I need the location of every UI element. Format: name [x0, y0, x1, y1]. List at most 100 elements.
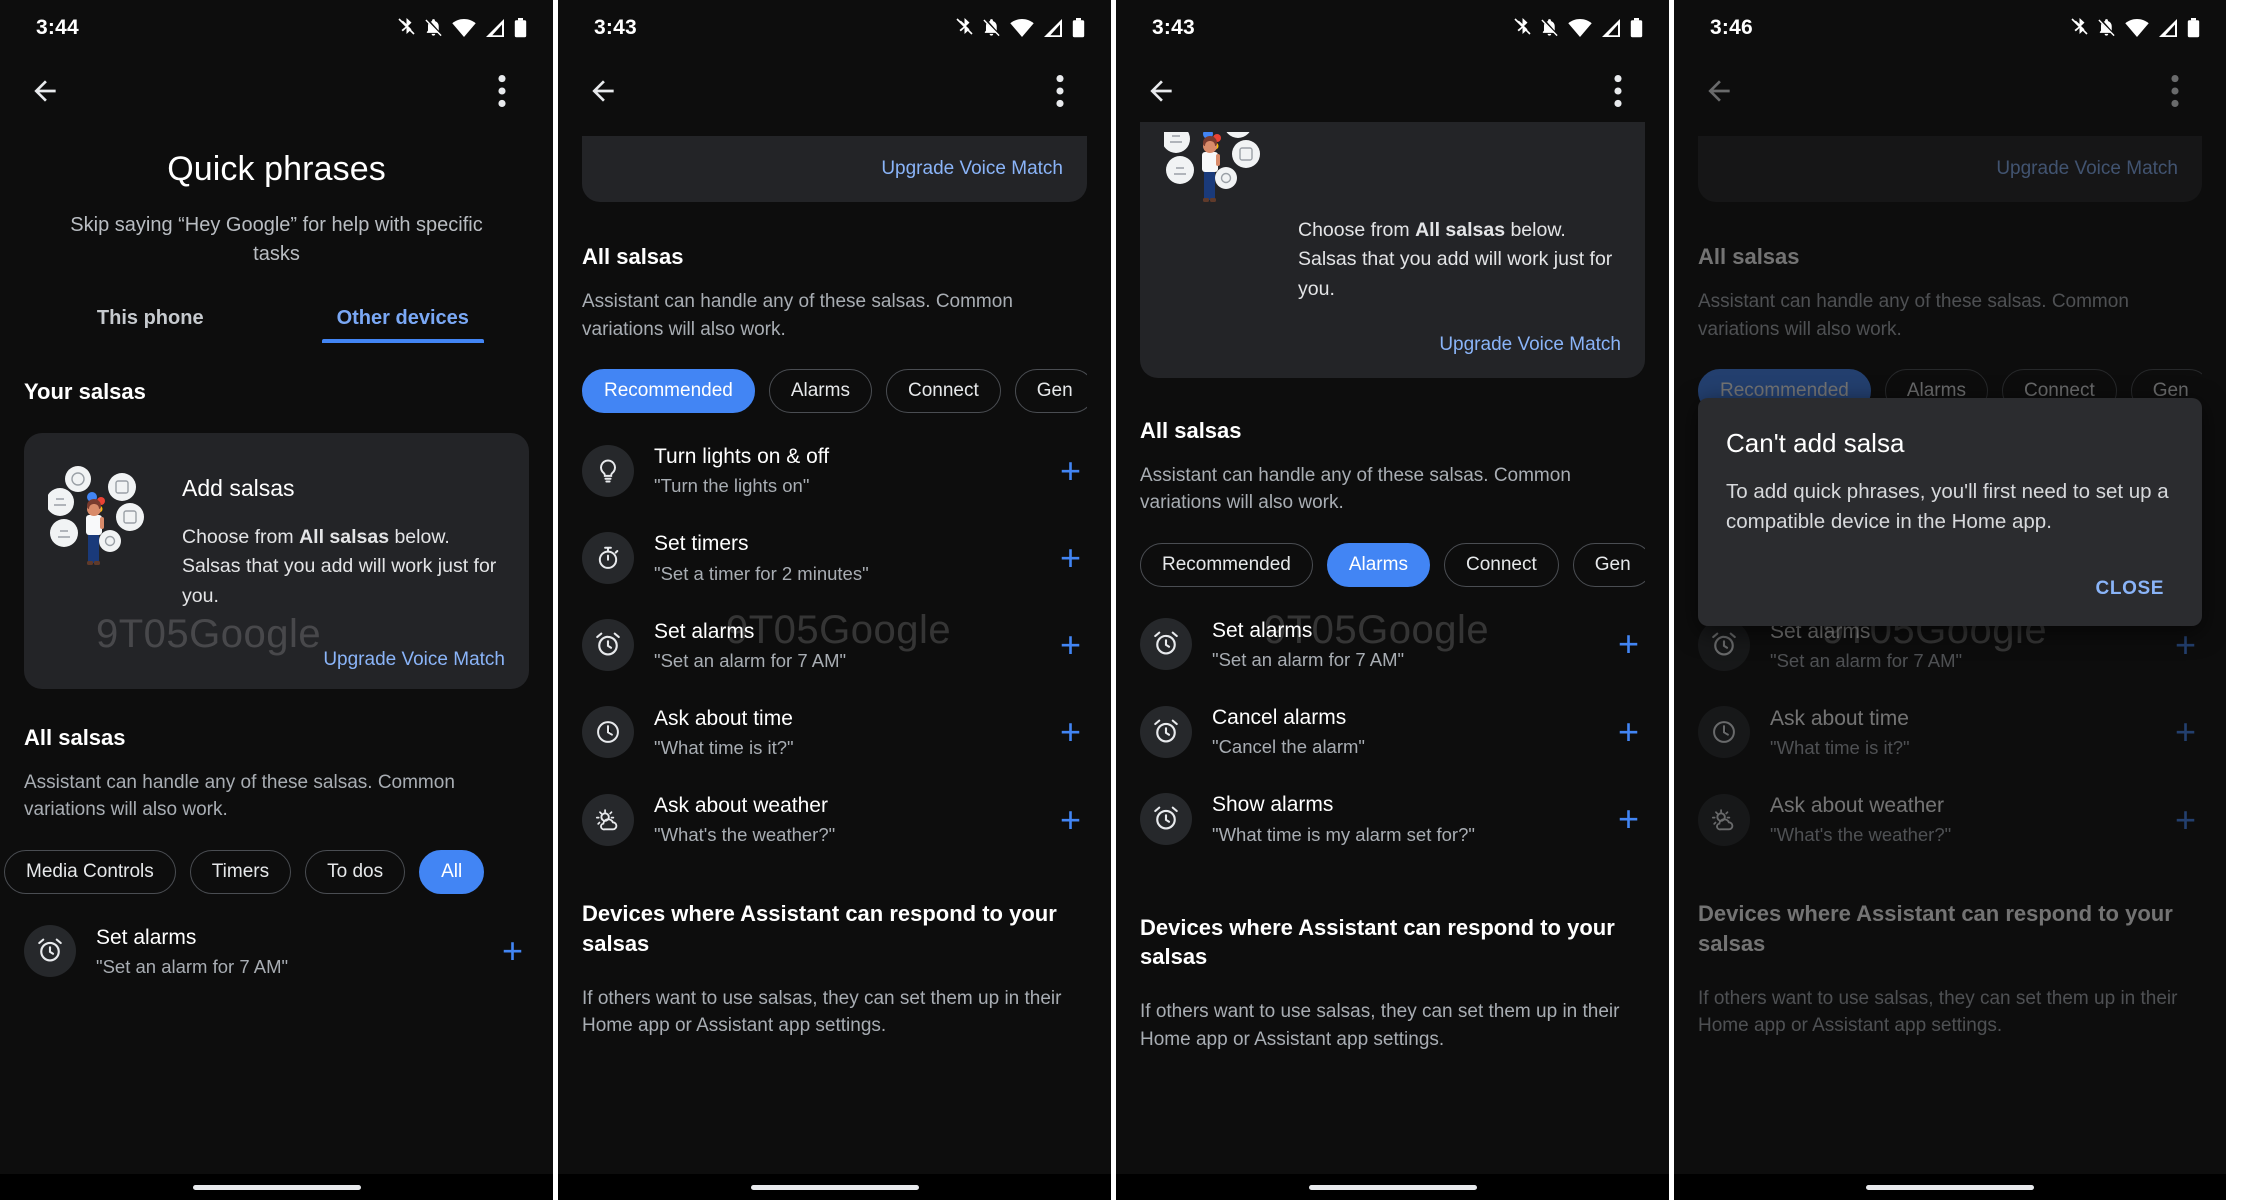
cellular-signal-icon	[1043, 18, 1063, 38]
add-phrase-button[interactable]: +	[1060, 539, 1087, 576]
all-salsas-description: Assistant can handle any of these salsas…	[582, 291, 1013, 340]
battery-icon	[1072, 18, 1085, 38]
chip-general[interactable]: Gen	[1014, 369, 1087, 414]
add-phrase-button[interactable]: +	[1060, 714, 1087, 750]
chip-media-controls[interactable]: Media Controls	[4, 849, 176, 894]
list-item[interactable]: Set timers "Set a timer for 2 minutes" +	[582, 514, 1087, 601]
card-body-bold: All salsas	[299, 526, 390, 548]
alarm-clock-icon	[24, 925, 76, 978]
back-arrow-icon[interactable]	[1138, 68, 1184, 114]
status-time: 3:43	[1152, 16, 1195, 39]
status-icons	[2071, 18, 2200, 38]
chip-recommended[interactable]: Recommended	[582, 369, 755, 414]
add-phrase-button[interactable]: +	[1060, 627, 1087, 663]
list-item-title: Ask about weather	[654, 794, 828, 818]
back-arrow-icon[interactable]	[22, 68, 68, 114]
list-item-title: Set alarms	[654, 619, 755, 643]
add-phrase-button[interactable]: +	[1618, 800, 1645, 837]
chip-connect[interactable]: Connect	[885, 369, 1001, 414]
dialog-message: To add quick phrases, you'll first need …	[1726, 480, 2169, 533]
more-options-icon[interactable]	[479, 68, 525, 114]
chip-timers[interactable]: Timers	[189, 849, 292, 894]
upgrade-voice-match-link[interactable]: Upgrade Voice Match	[48, 649, 505, 671]
upgrade-voice-match-link[interactable]: Upgrade Voice Match	[1164, 334, 1621, 356]
tab-other-devices[interactable]: Other devices	[277, 307, 530, 343]
wifi-icon	[1010, 18, 1034, 38]
list-item[interactable]: Set alarms "Set an alarm for 7 AM" +	[24, 908, 529, 995]
list-item-title: Set timers	[654, 532, 749, 556]
add-phrase-button[interactable]: +	[1618, 626, 1645, 662]
list-item[interactable]: Ask about time "What time is it?" +	[582, 689, 1087, 776]
dialog-actions: CLOSE	[1726, 570, 2174, 608]
all-salsas-heading: All salsas	[1140, 417, 1242, 443]
list-item[interactable]: Set alarms "Set an alarm for 7 AM" +	[582, 602, 1087, 689]
chip-alarms[interactable]: Alarms	[768, 369, 872, 414]
chip-all[interactable]: All	[419, 849, 485, 894]
devices-heading: Devices where Assistant can respond to y…	[1698, 901, 2173, 957]
chip-alarms[interactable]: Alarms	[1326, 542, 1430, 587]
category-chip-row[interactable]: Recommended Alarms Connect Gen	[1140, 542, 1645, 587]
list-item-title: Show alarms	[1212, 793, 1334, 817]
list-item[interactable]: Ask about weather "What's the weather?" …	[1698, 776, 2202, 863]
add-phrase-button[interactable]: +	[1060, 801, 1087, 838]
wifi-icon	[2125, 18, 2149, 38]
notifications-off-icon	[2097, 18, 2116, 38]
dialog-title: Can't add salsa	[1726, 428, 1905, 458]
add-phrase-button[interactable]: +	[2175, 801, 2202, 838]
list-item[interactable]: Show alarms "What time is my alarm set f…	[1140, 775, 1645, 862]
phrase-list: Set alarms "Set an alarm for 7 AM" +	[24, 908, 529, 995]
back-arrow-icon[interactable]	[580, 68, 626, 114]
more-options-icon[interactable]	[1595, 68, 1641, 114]
add-phrase-button[interactable]: +	[2175, 627, 2202, 663]
add-salsas-card-truncated: Upgrade Voice Match	[1698, 136, 2202, 202]
all-salsas-description: Assistant can handle any of these salsas…	[1698, 291, 2129, 340]
add-salsas-card-truncated: Upgrade Voice Match	[582, 136, 1087, 202]
wifi-icon	[452, 18, 476, 38]
list-item[interactable]: Turn lights on & off "Turn the lights on…	[582, 427, 1087, 514]
list-item[interactable]: Ask about weather "What's the weather?" …	[582, 776, 1087, 863]
list-item[interactable]: Cancel alarms "Cancel the alarm" +	[1140, 688, 1645, 775]
chip-general[interactable]: Gen	[1572, 542, 1645, 587]
cellular-signal-icon	[485, 18, 505, 38]
add-phrase-button[interactable]: +	[1060, 452, 1087, 489]
stopwatch-icon	[582, 531, 634, 584]
add-phrase-button[interactable]: +	[502, 933, 529, 969]
list-item-texts: Ask about time "What time is it?"	[1770, 706, 2155, 759]
cellular-signal-icon	[1601, 18, 1621, 38]
list-item[interactable]: Ask about time "What time is it?" +	[1698, 689, 2202, 776]
list-item-example: "Cancel the alarm"	[1212, 736, 1365, 758]
more-options-icon[interactable]	[1037, 68, 1083, 114]
page-subtitle: Skip saying “Hey Google” for help with s…	[70, 214, 483, 265]
screenshot-strip: 3:44 Quick phrases Skip saying “Hey Goog…	[0, 0, 2252, 1200]
add-phrase-button[interactable]: +	[1618, 713, 1645, 750]
battery-icon	[514, 18, 527, 38]
back-arrow-icon[interactable]	[1696, 68, 1742, 114]
category-chip-row[interactable]: Media Controls Timers To dos All	[4, 849, 529, 894]
chip-recommended[interactable]: Recommended	[1140, 542, 1313, 587]
tab-this-phone[interactable]: This phone	[24, 307, 277, 343]
list-item-example: "Set an alarm for 7 AM"	[1212, 649, 1405, 671]
card-body-before: Choose from	[182, 526, 300, 548]
upgrade-voice-match-link[interactable]: Upgrade Voice Match	[881, 158, 1063, 180]
list-item-example: "Set an alarm for 7 AM"	[1770, 649, 1963, 671]
battery-icon	[1630, 18, 1643, 38]
devices-heading: Devices where Assistant can respond to y…	[1140, 914, 1615, 970]
lightbulb-icon	[582, 444, 634, 497]
list-item-title: Set alarms	[96, 925, 197, 949]
chip-connect[interactable]: Connect	[1443, 542, 1559, 587]
list-item[interactable]: Set alarms "Set an alarm for 7 AM" +	[1140, 601, 1645, 688]
person-with-icons-illustration	[46, 457, 166, 575]
notifications-off-icon	[1540, 18, 1559, 38]
list-item-example: "What time is my alarm set for?"	[1212, 823, 1475, 845]
phone-screen-all-salsas-alarms: 3:43 Choose from All salsas below. Salsa…	[1116, 0, 1669, 1200]
close-button[interactable]: CLOSE	[2086, 570, 2174, 608]
list-item-texts: Ask about weather "What's the weather?"	[654, 793, 1040, 846]
category-chip-row[interactable]: Recommended Alarms Connect Gen	[582, 369, 1087, 414]
panel-content: Choose from All salsas below. Salsas tha…	[1116, 122, 1669, 1053]
add-phrase-button[interactable]: +	[2175, 714, 2202, 750]
upgrade-voice-match-link[interactable]: Upgrade Voice Match	[1996, 158, 2178, 180]
phone-screen-quick-phrases: 3:44 Quick phrases Skip saying “Hey Goog…	[0, 0, 553, 1200]
more-options-icon[interactable]	[2152, 68, 2198, 114]
chip-to-dos[interactable]: To dos	[305, 849, 406, 894]
bluetooth-icon	[1514, 18, 1531, 38]
